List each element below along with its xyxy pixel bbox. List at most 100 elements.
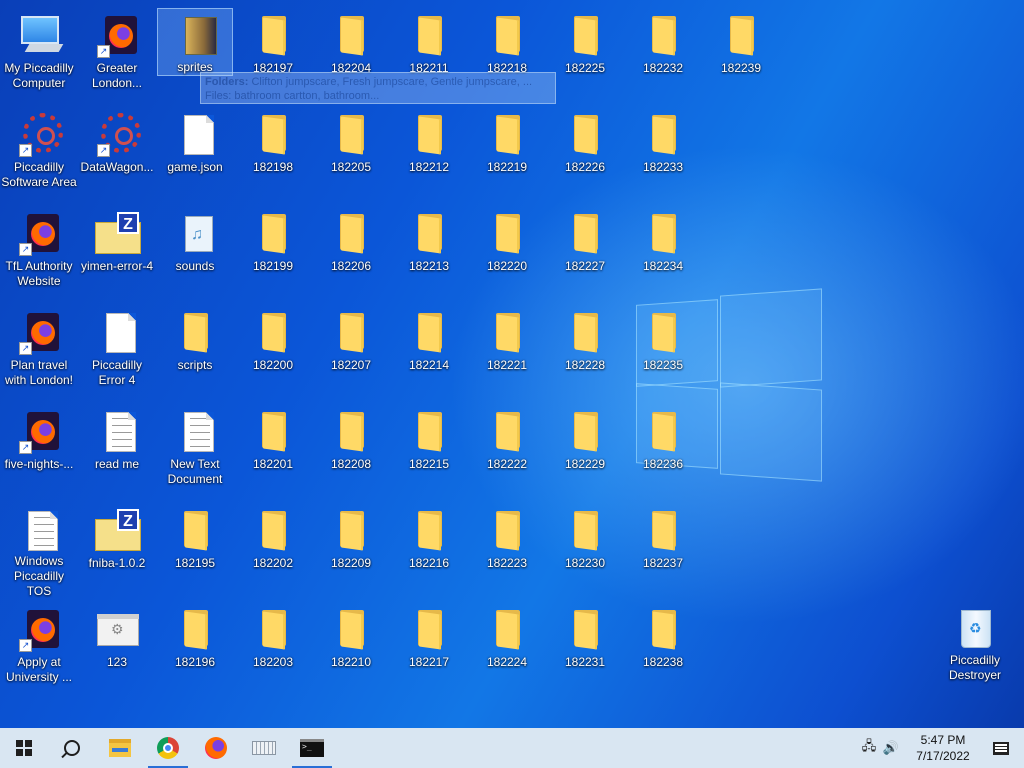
- desktop-icon-182208[interactable]: 182208: [313, 404, 389, 500]
- desktop-icon-182225[interactable]: 182225: [547, 8, 623, 104]
- firefox-shortcut-icon: ↗: [15, 311, 63, 355]
- clock-date: 7/17/2022: [916, 749, 970, 763]
- taskbar-command-prompt[interactable]: >_: [288, 728, 336, 768]
- desktop-icon-label: 182224: [486, 655, 528, 669]
- desktop-icon-new-text-document[interactable]: New Text Document: [157, 404, 233, 500]
- taskbar-file-explorer[interactable]: [96, 728, 144, 768]
- desktop-icon-182206[interactable]: 182206: [313, 206, 389, 302]
- search-button[interactable]: [48, 728, 96, 768]
- firefox-shortcut-icon: ↗: [93, 14, 141, 58]
- desktop-icon-182213[interactable]: 182213: [391, 206, 467, 302]
- desktop-icon-apply-at-university[interactable]: ↗ Apply at University ...: [1, 602, 77, 698]
- document-icon: [93, 311, 141, 355]
- desktop-icon-182201[interactable]: 182201: [235, 404, 311, 500]
- desktop-icon-182230[interactable]: 182230: [547, 503, 623, 599]
- desktop-icon-label: Piccadilly Destroyer: [948, 653, 1001, 682]
- desktop-icon-label: 182214: [408, 358, 450, 372]
- desktop-icon-piccadilly-destroyer[interactable]: ♻ Piccadilly Destroyer: [937, 600, 1013, 696]
- desktop-icon-label: 182213: [408, 259, 450, 273]
- desktop-icon-label: 182206: [330, 259, 372, 273]
- taskbar-keyboard[interactable]: [240, 728, 288, 768]
- desktop-icon-182233[interactable]: 182233: [625, 107, 701, 203]
- desktop-icon-182223[interactable]: 182223: [469, 503, 545, 599]
- desktop-icon-182215[interactable]: 182215: [391, 404, 467, 500]
- desktop-icon-182231[interactable]: 182231: [547, 602, 623, 698]
- desktop-icon-182198[interactable]: 182198: [235, 107, 311, 203]
- taskbar-firefox[interactable]: [192, 728, 240, 768]
- desktop-icon-label: 182195: [174, 556, 216, 570]
- desktop-icon-my-piccadilly-computer[interactable]: My Piccadilly Computer: [1, 8, 77, 104]
- desktop-icon-piccadilly-error-4[interactable]: Piccadilly Error 4: [79, 305, 155, 401]
- folder-icon: [405, 212, 453, 256]
- desktop-icon-scripts[interactable]: scripts: [157, 305, 233, 401]
- desktop-icon-label: 182216: [408, 556, 450, 570]
- desktop-icon-label: 182201: [252, 457, 294, 471]
- desktop-icon-piccadilly-software-area[interactable]: ↗ Piccadilly Software Area: [1, 107, 77, 203]
- folder-icon: [327, 14, 375, 58]
- desktop-icon-182205[interactable]: 182205: [313, 107, 389, 203]
- desktop-icon-windows-piccadilly-tos[interactable]: Windows Piccadilly TOS: [1, 503, 77, 599]
- desktop-icon-182227[interactable]: 182227: [547, 206, 623, 302]
- desktop-icon-label: New Text Document: [167, 457, 223, 486]
- desktop-icon-182234[interactable]: 182234: [625, 206, 701, 302]
- folder-icon: [561, 14, 609, 58]
- desktop-icon-182199[interactable]: 182199: [235, 206, 311, 302]
- desktop-icon-sprites[interactable]: sprites: [157, 8, 233, 76]
- desktop-icon-182200[interactable]: 182200: [235, 305, 311, 401]
- desktop-icon-182229[interactable]: 182229: [547, 404, 623, 500]
- desktop-icon-182214[interactable]: 182214: [391, 305, 467, 401]
- desktop-icon-182222[interactable]: 182222: [469, 404, 545, 500]
- desktop-icon-182220[interactable]: 182220: [469, 206, 545, 302]
- taskbar-chrome[interactable]: [144, 728, 192, 768]
- application-icon: ⚙: [93, 608, 141, 652]
- desktop-icon-sounds[interactable]: ♫ sounds: [157, 206, 233, 302]
- desktop-icon-five-nights[interactable]: ↗ five-nights-...: [1, 404, 77, 500]
- desktop-icon-label: 182234: [642, 259, 684, 273]
- desktop-icon-182228[interactable]: 182228: [547, 305, 623, 401]
- network-icon[interactable]: 🖧: [858, 728, 880, 768]
- desktop-icon-123[interactable]: ⚙ 123: [79, 602, 155, 698]
- folder-icon: [249, 608, 297, 652]
- desktop-icon-182238[interactable]: 182238: [625, 602, 701, 698]
- desktop-icon-182212[interactable]: 182212: [391, 107, 467, 203]
- desktop-icon-182239[interactable]: 182239: [703, 8, 779, 104]
- volume-icon[interactable]: 🔊: [880, 728, 902, 768]
- desktop-icon-182202[interactable]: 182202: [235, 503, 311, 599]
- desktop-icon-182235[interactable]: 182235: [625, 305, 701, 401]
- desktop-icon-182203[interactable]: 182203: [235, 602, 311, 698]
- desktop-icon-182237[interactable]: 182237: [625, 503, 701, 599]
- image-folder-icon: [171, 15, 219, 57]
- desktop-icon-read-me[interactable]: read me: [79, 404, 155, 500]
- desktop-icon-182196[interactable]: 182196: [157, 602, 233, 698]
- desktop-icon-yimen-error-4[interactable]: Zyimen-error-4: [79, 206, 155, 302]
- desktop-icon-182236[interactable]: 182236: [625, 404, 701, 500]
- desktop-icon-182224[interactable]: 182224: [469, 602, 545, 698]
- desktop-icon-182221[interactable]: 182221: [469, 305, 545, 401]
- desktop-icon-tfl-authority-website[interactable]: ↗ TfL Authority Website: [1, 206, 77, 302]
- desktop-icon-182210[interactable]: 182210: [313, 602, 389, 698]
- desktop-icon-182217[interactable]: 182217: [391, 602, 467, 698]
- clock[interactable]: 5:47 PM 7/17/2022: [908, 732, 978, 764]
- desktop-icon-game-json[interactable]: game.json: [157, 107, 233, 203]
- desktop-icon-182207[interactable]: 182207: [313, 305, 389, 401]
- folder-icon: [249, 113, 297, 157]
- folder-icon: [639, 311, 687, 355]
- keyboard-icon: [252, 741, 276, 755]
- desktop-icon-182226[interactable]: 182226: [547, 107, 623, 203]
- desktop[interactable]: My Piccadilly Computer ↗ Piccadilly Softwa…: [0, 0, 1024, 728]
- desktop-icon-label: 182217: [408, 655, 450, 669]
- desktop-icon-182195[interactable]: 182195: [157, 503, 233, 599]
- desktop-icon-182219[interactable]: 182219: [469, 107, 545, 203]
- notification-center-button[interactable]: [978, 728, 1024, 768]
- desktop-icon-greater-london[interactable]: ↗ Greater London...: [79, 8, 155, 104]
- desktop-icon-182232[interactable]: 182232: [625, 8, 701, 104]
- desktop-icon-fniba-1-0-2[interactable]: Zfniba-1.0.2: [79, 503, 155, 599]
- folder-icon: [249, 410, 297, 454]
- text-file-icon: [15, 509, 63, 551]
- folder-icon: [327, 608, 375, 652]
- desktop-icon-182209[interactable]: 182209: [313, 503, 389, 599]
- desktop-icon-datawagon[interactable]: ↗ DataWagon...: [79, 107, 155, 203]
- desktop-icon-182216[interactable]: 182216: [391, 503, 467, 599]
- start-button[interactable]: [0, 728, 48, 768]
- desktop-icon-plan-travel-with-london[interactable]: ↗ Plan travel with London!: [1, 305, 77, 401]
